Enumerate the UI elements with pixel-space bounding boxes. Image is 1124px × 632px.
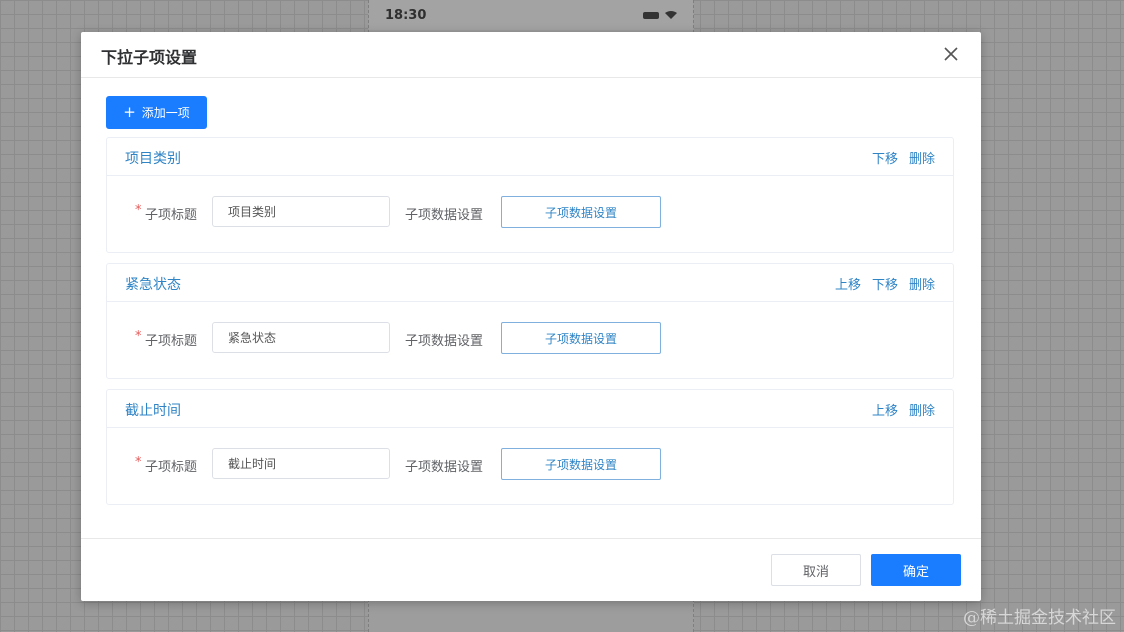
sub-item-data-settings-button[interactable]: 子项数据设置 <box>501 196 661 228</box>
sub-item-actions: 上移 下移 删除 <box>835 274 935 293</box>
sub-item-card: 紧急状态 上移下移删除 * 子项标题 子项数据设置 子项数据设置 <box>106 263 954 379</box>
phone-status-bar: 18:30 <box>369 0 693 30</box>
required-asterisk: * <box>135 203 142 218</box>
close-icon[interactable] <box>941 44 961 64</box>
delete-link[interactable]: 删除 <box>909 148 935 167</box>
sub-item-actions: 上移 删除 <box>872 400 935 419</box>
sub-item-data-label: 子项数据设置 <box>405 334 484 349</box>
move-down-link[interactable]: 下移 <box>872 274 898 293</box>
add-item-button[interactable]: + 添加一项 <box>106 96 207 129</box>
delete-link[interactable]: 删除 <box>909 400 935 419</box>
sub-item-title-input[interactable] <box>212 196 390 227</box>
sub-item-data-settings-button[interactable]: 子项数据设置 <box>501 322 661 354</box>
sub-item-title-label: 子项标题 <box>145 208 198 223</box>
sub-item-card-body: * 子项标题 子项数据设置 子项数据设置 <box>107 176 953 254</box>
move-up-link[interactable]: 上移 <box>872 400 898 419</box>
dialog-body: + 添加一项 项目类别 下移删除 * 子项标题 子项数据设置 子项数据设置 紧急… <box>106 96 956 505</box>
sub-item-card-body: * 子项标题 子项数据设置 子项数据设置 <box>107 428 953 506</box>
confirm-button[interactable]: 确定 <box>871 554 961 586</box>
sub-item-card-header: 项目类别 下移 删除 <box>107 138 953 176</box>
wifi-icon <box>665 11 677 19</box>
move-up-link[interactable]: 上移 <box>835 274 861 293</box>
cancel-button[interactable]: 取消 <box>771 554 861 586</box>
sub-item-title-label: 子项标题 <box>145 334 198 349</box>
watermark: @稀土掘金技术社区 <box>963 608 1116 628</box>
sub-item-title-input[interactable] <box>212 448 390 479</box>
phone-time: 18:30 <box>385 7 427 23</box>
sub-item-card: 截止时间 上移删除 * 子项标题 子项数据设置 子项数据设置 <box>106 389 954 505</box>
sub-item-card-header: 截止时间 上移 删除 <box>107 390 953 428</box>
plus-icon: + <box>123 103 136 121</box>
sub-item-data-label: 子项数据设置 <box>405 208 484 223</box>
sub-item-card-body: * 子项标题 子项数据设置 子项数据设置 <box>107 302 953 380</box>
battery-icon <box>643 11 659 19</box>
dialog-footer: 取消 确定 <box>81 538 981 602</box>
sub-item-card-header: 紧急状态 上移 下移 删除 <box>107 264 953 302</box>
sub-item-title-label: 子项标题 <box>145 460 198 475</box>
sub-item-title: 截止时间 <box>125 403 181 419</box>
required-asterisk: * <box>135 455 142 470</box>
sub-item-title: 项目类别 <box>125 151 181 167</box>
sub-item-title: 紧急状态 <box>125 277 181 293</box>
sub-item-card: 项目类别 下移删除 * 子项标题 子项数据设置 子项数据设置 <box>106 137 954 253</box>
move-down-link[interactable]: 下移 <box>872 148 898 167</box>
sub-item-title-input[interactable] <box>212 322 390 353</box>
dialog-title: 下拉子项设置 <box>101 48 198 67</box>
required-asterisk: * <box>135 329 142 344</box>
dropdown-items-settings-dialog: 下拉子项设置 + 添加一项 项目类别 下移删除 * 子项标题 子项数据设置 子项… <box>81 32 981 601</box>
sub-item-data-label: 子项数据设置 <box>405 460 484 475</box>
sub-item-actions: 下移 删除 <box>872 148 935 167</box>
delete-link[interactable]: 删除 <box>909 274 935 293</box>
sub-item-data-settings-button[interactable]: 子项数据设置 <box>501 448 661 480</box>
dialog-header: 下拉子项设置 <box>81 32 981 78</box>
